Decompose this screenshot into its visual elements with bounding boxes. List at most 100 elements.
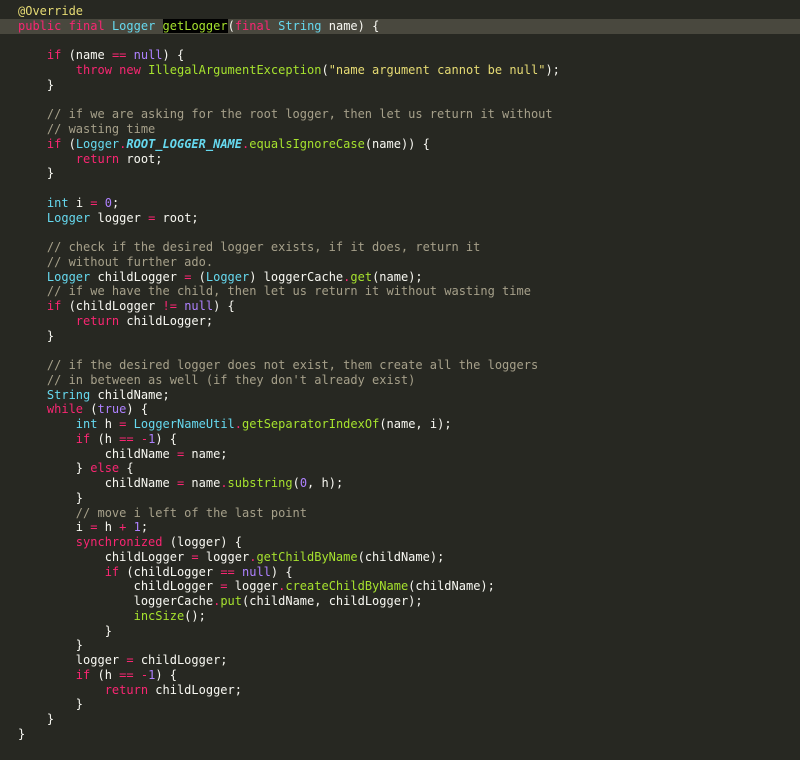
code-token: childLogger bbox=[90, 269, 185, 284]
code-token: ( bbox=[227, 18, 235, 33]
code-line[interactable]: // check if the desired logger exists, i… bbox=[0, 240, 800, 255]
code-token: return bbox=[75, 151, 120, 166]
code-token: if bbox=[46, 48, 62, 63]
code-token: if bbox=[75, 667, 91, 682]
code-line[interactable]: if (h == -1) { bbox=[0, 432, 800, 447]
code-line[interactable]: return childLogger; bbox=[0, 314, 800, 329]
code-line[interactable] bbox=[0, 343, 800, 358]
code-line[interactable]: int h = LoggerNameUtil.getSeparatorIndex… bbox=[0, 417, 800, 432]
code-token: while bbox=[46, 402, 84, 417]
code-token: null bbox=[184, 299, 214, 313]
code-line[interactable]: } bbox=[0, 491, 800, 506]
code-line[interactable]: // if we have the child, then let us ret… bbox=[0, 284, 800, 299]
code-line[interactable]: } bbox=[0, 329, 800, 344]
code-token: != bbox=[162, 299, 177, 313]
code-line[interactable]: // wasting time bbox=[0, 122, 800, 137]
code-line[interactable]: } else { bbox=[0, 461, 800, 476]
code-token: } bbox=[18, 712, 55, 726]
code-token: String bbox=[46, 387, 91, 402]
code-line[interactable] bbox=[0, 181, 800, 196]
code-line[interactable]: @Override bbox=[0, 4, 800, 19]
code-line[interactable] bbox=[0, 93, 800, 108]
code-token: root; bbox=[119, 151, 163, 166]
code-line[interactable]: Logger childLogger = (Logger) loggerCach… bbox=[0, 270, 800, 285]
code-token: (name); bbox=[372, 269, 423, 284]
code-token: = bbox=[90, 195, 98, 210]
code-line[interactable]: throw new IllegalArgumentException("name… bbox=[0, 63, 800, 78]
code-line[interactable]: if (Logger.ROOT_LOGGER_NAME.equalsIgnore… bbox=[0, 137, 800, 152]
code-line[interactable]: // if the desired logger does not exist,… bbox=[0, 358, 800, 373]
code-line[interactable]: } bbox=[0, 727, 800, 742]
code-token: // in between as well (if they don't alr… bbox=[46, 372, 416, 387]
code-line[interactable]: childName = name.substring(0, h); bbox=[0, 476, 800, 491]
code-line[interactable]: String childName; bbox=[0, 388, 800, 403]
code-token: logger bbox=[227, 579, 279, 594]
code-line[interactable]: if (childLogger != null) { bbox=[0, 299, 800, 314]
code-line[interactable]: int i = 0; bbox=[0, 196, 800, 211]
code-token: ( bbox=[321, 63, 329, 77]
code-token: (childName); bbox=[408, 579, 495, 594]
code-line[interactable]: // without further ado. bbox=[0, 255, 800, 270]
code-line[interactable]: i = h + 1; bbox=[0, 520, 800, 535]
code-line[interactable]: } bbox=[0, 638, 800, 653]
code-line[interactable]: synchronized (logger) { bbox=[0, 535, 800, 550]
code-token: "name argument cannot be null" bbox=[328, 63, 546, 77]
code-line[interactable]: // in between as well (if they don't alr… bbox=[0, 373, 800, 388]
code-token: h bbox=[97, 520, 120, 535]
code-line[interactable]: logger = childLogger; bbox=[0, 653, 800, 668]
code-token: Logger bbox=[46, 269, 91, 284]
code-line[interactable]: while (true) { bbox=[0, 402, 800, 417]
code-token: // if we are asking for the root logger,… bbox=[46, 107, 553, 122]
code-token: (); bbox=[184, 608, 206, 623]
code-token: null bbox=[133, 48, 163, 63]
code-line[interactable]: childName = name; bbox=[0, 447, 800, 462]
code-line[interactable]: // move i left of the last point bbox=[0, 506, 800, 521]
code-line[interactable]: if (childLogger == null) { bbox=[0, 565, 800, 580]
code-line[interactable]: return root; bbox=[0, 152, 800, 167]
code-token: Logger bbox=[75, 136, 120, 151]
code-line[interactable]: } bbox=[0, 78, 800, 93]
code-line[interactable]: childLogger = logger.getChildByName(chil… bbox=[0, 550, 800, 565]
code-line[interactable]: } bbox=[0, 166, 800, 181]
code-line[interactable]: childLogger = logger.createChildByName(c… bbox=[0, 579, 800, 594]
code-line[interactable]: Logger logger = root; bbox=[0, 211, 800, 226]
code-line[interactable]: return childLogger; bbox=[0, 683, 800, 698]
code-token: ); bbox=[545, 63, 560, 77]
code-token: (h bbox=[90, 431, 120, 446]
code-line[interactable]: loggerCache.put(childName, childLogger); bbox=[0, 594, 800, 609]
code-line[interactable]: if (h == -1) { bbox=[0, 668, 800, 683]
code-token: ) { bbox=[155, 667, 177, 682]
code-token: Logger bbox=[46, 210, 91, 225]
code-token: } bbox=[18, 697, 84, 712]
code-token: 0 bbox=[299, 476, 308, 490]
code-line[interactable]: } bbox=[0, 697, 800, 712]
code-line[interactable]: // if we are asking for the root logger,… bbox=[0, 107, 800, 122]
current-code-line[interactable]: public final Logger getLogger(final Stri… bbox=[0, 18, 800, 34]
code-token: ; bbox=[140, 520, 149, 535]
code-token: ) { bbox=[126, 402, 149, 417]
code-line[interactable]: incSize(); bbox=[0, 609, 800, 624]
code-line[interactable]: } bbox=[0, 712, 800, 727]
code-line[interactable] bbox=[0, 34, 800, 49]
code-line[interactable] bbox=[0, 225, 800, 240]
code-line[interactable]: if (name == null) { bbox=[0, 48, 800, 63]
code-line[interactable]: } bbox=[0, 624, 800, 639]
code-token: ( bbox=[191, 269, 206, 284]
code-editor[interactable]: @Override public final Logger getLogger(f… bbox=[0, 4, 800, 742]
code-token: ( bbox=[83, 402, 98, 417]
